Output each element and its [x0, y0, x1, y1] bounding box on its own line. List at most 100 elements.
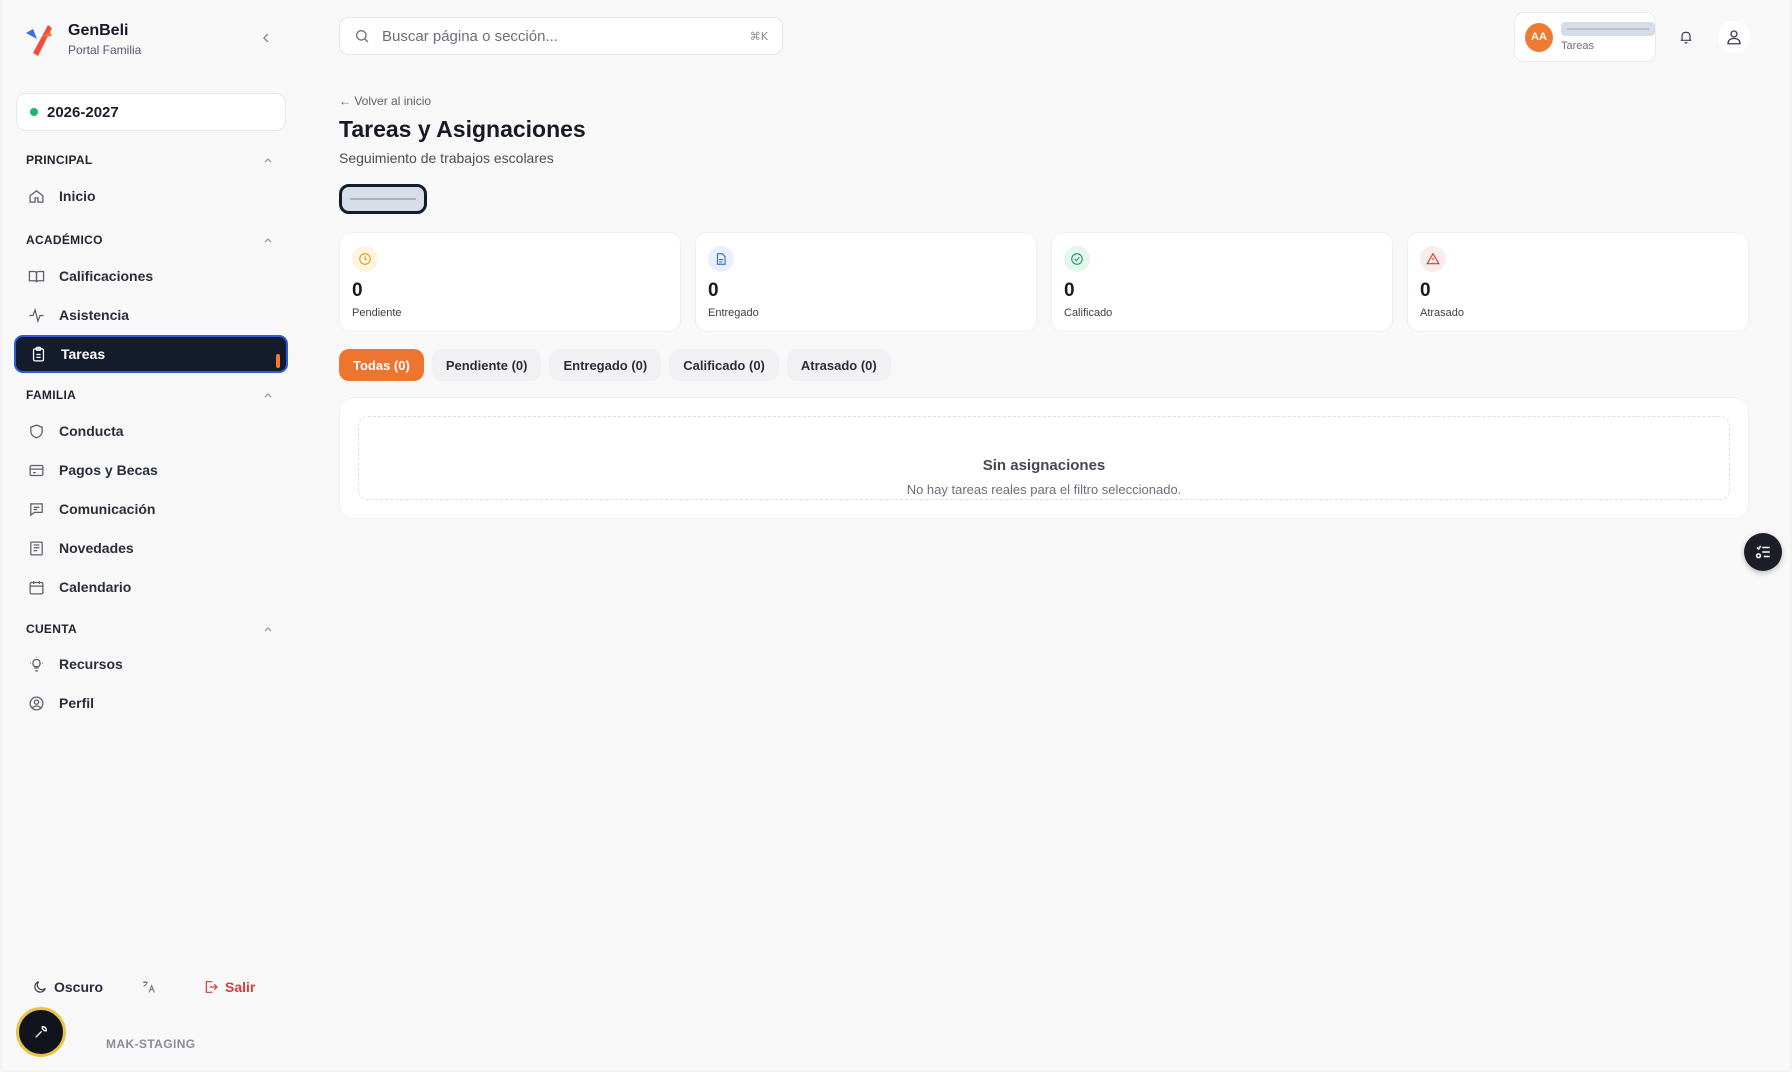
floating-menu-button[interactable] [1744, 533, 1782, 571]
lightbulb-icon [30, 656, 43, 672]
stat-card-entregado: 0 Entregado [695, 232, 1037, 332]
empty-state-description: No hay tareas reales para el filtro sele… [906, 482, 1182, 497]
tab-pendiente[interactable]: Pendiente (0) [431, 349, 542, 381]
credit-card-icon [29, 464, 44, 476]
stat-value: 0 [1420, 280, 1431, 301]
stat-card-atrasado: 0 Atrasado [1407, 232, 1749, 332]
file-icon [708, 246, 734, 272]
tab-entregado[interactable]: Entregado (0) [549, 349, 662, 381]
back-link[interactable]: ← Volver al inicio [339, 94, 431, 108]
sidebar-item-calendario[interactable]: Calendario [14, 568, 288, 606]
stat-label: Entregado [708, 307, 759, 319]
sidebar-item-conducta[interactable]: Conducta [14, 412, 288, 450]
active-indicator [276, 354, 280, 368]
user-circle-icon [29, 695, 44, 711]
tab-atrasado[interactable]: Atrasado (0) [786, 349, 891, 381]
translate-icon[interactable] [141, 979, 157, 995]
message-icon [30, 502, 43, 516]
sidebar-footer: Oscuro Salir [32, 976, 272, 998]
filter-tabs: Todas (0) Pendiente (0) Entregado (0) Ca… [339, 349, 899, 381]
activity-icon [29, 307, 44, 323]
moon-icon [34, 981, 46, 993]
theme-toggle-button[interactable]: Oscuro [32, 979, 103, 995]
empty-state: Sin asignaciones No hay tareas reales pa… [358, 416, 1730, 500]
shortcut-hint: ⌘K [749, 29, 768, 43]
wrench-icon [35, 1025, 48, 1038]
sidebar-item-perfil[interactable]: Perfil [14, 684, 288, 722]
sidebar-item-comunicacion[interactable]: Comunicación [14, 490, 288, 528]
chevron-up-icon [264, 627, 272, 632]
status-dot [30, 108, 38, 116]
logout-label: Salir [225, 979, 256, 995]
logout-button[interactable]: Salir [203, 979, 255, 995]
search-box[interactable]: ⌘K [339, 17, 783, 55]
avatar: AA [1525, 22, 1553, 52]
sidebar-item-tareas[interactable]: Tareas [14, 335, 288, 373]
school-year-label: 2026-2027 [47, 103, 119, 121]
stat-card-calificado: 0 Calificado [1051, 232, 1393, 332]
sidebar-item-label: Perfil [59, 695, 95, 711]
brand-subtitle: Portal Familia [68, 43, 142, 57]
sidebar-item-recursos[interactable]: Recursos [14, 645, 288, 683]
newspaper-icon [30, 540, 43, 556]
sidebar-item-pagos[interactable]: Pagos y Becas [14, 451, 288, 489]
assignments-panel: Sin asignaciones No hay tareas reales pa… [339, 397, 1749, 519]
tab-calificado[interactable]: Calificado (0) [669, 349, 779, 381]
collapse-sidebar-icon[interactable] [258, 30, 274, 46]
section-academico[interactable]: ACADÉMICO [26, 231, 274, 249]
clipboard-icon [32, 346, 45, 362]
sidebar-item-label: Novedades [59, 540, 134, 556]
sidebar-item-label: Recursos [59, 656, 123, 672]
list-settings-icon [1755, 545, 1770, 559]
shield-icon [30, 423, 43, 439]
section-principal[interactable]: PRINCIPAL [26, 151, 274, 169]
brand[interactable]: GenBeli Portal Familia [24, 22, 141, 57]
page-subtitle: Seguimiento de trabajos escolares [339, 150, 554, 166]
school-year-selector[interactable]: 2026-2027 [16, 93, 286, 131]
calendar-icon [29, 580, 44, 595]
profile-button[interactable] [1718, 21, 1750, 53]
sidebar-item-label: Calendario [59, 579, 132, 595]
section-title: CUENTA [26, 622, 77, 636]
chevron-up-icon [264, 238, 272, 243]
sidebar-item-label: Comunicación [59, 501, 156, 517]
chevron-up-icon [264, 393, 272, 398]
search-icon [356, 30, 369, 43]
section-cuenta[interactable]: CUENTA [26, 620, 274, 638]
sidebar-item-label: Pagos y Becas [59, 462, 158, 478]
sidebar-item-calificaciones[interactable]: Calificaciones [14, 257, 288, 295]
stat-value: 0 [708, 280, 719, 301]
chevron-up-icon [264, 158, 272, 163]
sidebar-item-label: Inicio [59, 188, 96, 204]
stat-value: 0 [1064, 280, 1075, 301]
page-title: Tareas y Asignaciones [339, 116, 586, 142]
user-name-placeholder [1561, 22, 1655, 36]
search-input[interactable] [382, 27, 750, 45]
sidebar-item-asistencia[interactable]: Asistencia [14, 296, 288, 334]
theme-label: Oscuro [54, 979, 104, 995]
home-icon [29, 189, 44, 203]
stat-card-pendiente: 0 Pendiente [339, 232, 681, 332]
stat-value: 0 [352, 280, 363, 301]
section-familia[interactable]: FAMILIA [26, 386, 274, 404]
tab-todas[interactable]: Todas (0) [339, 349, 424, 381]
sidebar-item-inicio[interactable]: Inicio [14, 177, 288, 215]
bell-icon[interactable] [1678, 28, 1694, 46]
sidebar-item-label: Tareas [61, 346, 106, 362]
section-title: PRINCIPAL [26, 153, 93, 167]
logout-icon [205, 981, 218, 993]
user-icon [1727, 30, 1741, 45]
empty-state-title: Sin asignaciones [982, 457, 1106, 474]
sidebar-item-label: Calificaciones [59, 268, 154, 284]
student-selector[interactable] [339, 184, 427, 214]
stat-label: Pendiente [352, 307, 402, 319]
check-circle-icon [1064, 246, 1090, 272]
user-menu[interactable]: AA Tareas [1514, 12, 1656, 62]
section-title: FAMILIA [26, 388, 77, 402]
dev-tools-button[interactable] [16, 1007, 66, 1057]
sidebar-item-label: Asistencia [59, 307, 130, 323]
book-icon [28, 270, 45, 282]
environment-label: MAK-STAGING [106, 1037, 196, 1051]
sidebar-item-novedades[interactable]: Novedades [14, 529, 288, 567]
stat-label: Atrasado [1420, 307, 1465, 319]
